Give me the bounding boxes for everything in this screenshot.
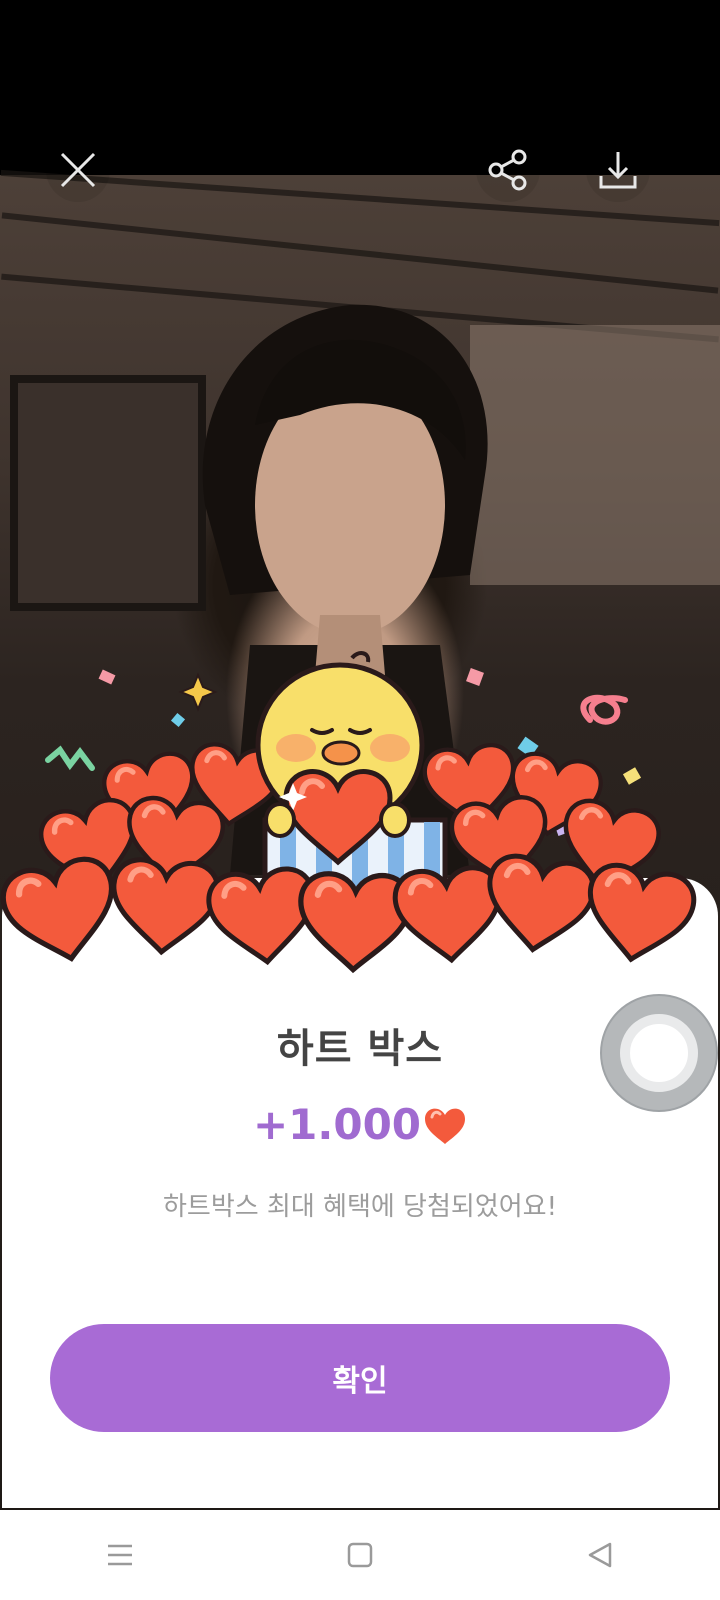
heart-icon [0, 854, 125, 970]
sparkle-icon [178, 672, 218, 712]
confetti [466, 668, 484, 686]
close-button[interactable] [46, 138, 110, 202]
chick-wing [379, 802, 411, 838]
confetti-ribbon [45, 745, 95, 771]
back-button[interactable] [570, 1525, 630, 1585]
confirm-button[interactable]: 확인 [50, 1324, 670, 1432]
heart-icon [481, 853, 597, 957]
close-icon [60, 152, 96, 188]
share-button[interactable] [476, 138, 540, 202]
system-nav-bar [0, 1510, 720, 1600]
confetti [622, 767, 642, 785]
download-icon [599, 152, 637, 189]
heart-icon [299, 873, 411, 972]
confetti [98, 669, 116, 685]
confetti [170, 712, 186, 728]
chick-wing [264, 802, 296, 838]
share-icon [488, 149, 527, 191]
home-button[interactable] [330, 1525, 390, 1585]
square-icon [347, 1542, 373, 1568]
reward-amount: +1.000 [252, 1100, 422, 1149]
recent-apps-button[interactable] [90, 1525, 150, 1585]
heart-icon [109, 858, 219, 955]
back-triangle-icon [588, 1542, 612, 1568]
assistive-touch-ring [620, 1014, 698, 1092]
confetti-ribbon [580, 694, 628, 725]
heart-icon [425, 1108, 466, 1144]
menu-icon [108, 1544, 132, 1566]
heart-icon [393, 866, 503, 963]
reward-description: 하트박스 최대 혜택에 당첨되었어요! [162, 1192, 558, 1222]
reward-amount-row: +1.000 [0, 1100, 720, 1149]
download-button[interactable] [586, 138, 650, 202]
assistive-touch-button[interactable] [600, 994, 718, 1112]
heart-box-illustration [0, 651, 720, 990]
heart-icon [580, 861, 698, 968]
